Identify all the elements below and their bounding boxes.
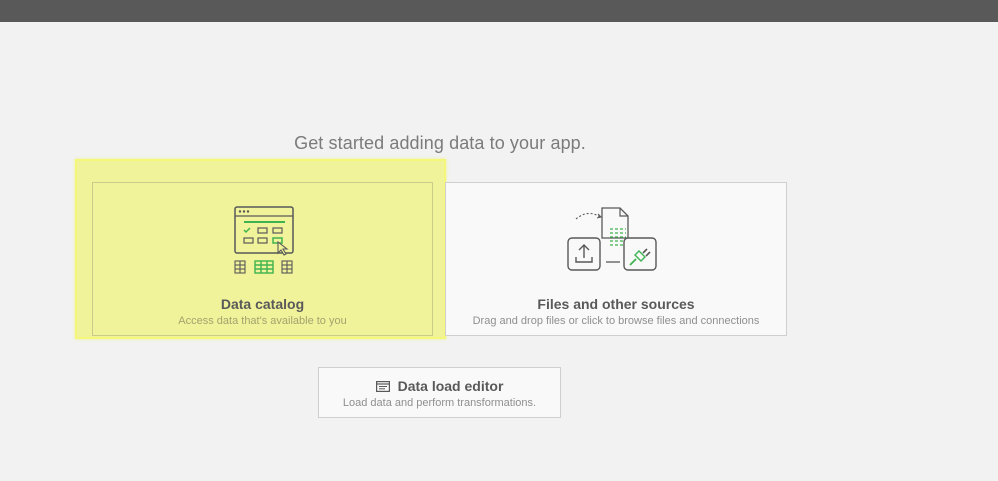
data-catalog-title: Data catalog	[220, 296, 305, 312]
data-catalog-description: Access data that's available to you	[178, 315, 347, 327]
data-catalog-icon	[233, 206, 294, 274]
files-sources-title: Files and other sources	[537, 296, 695, 312]
files-sources-icon	[567, 207, 657, 271]
page-heading: Get started adding data to your app.	[294, 133, 586, 153]
script-editor-icon	[375, 380, 390, 392]
data-load-editor-description: Load data and perform transformations.	[342, 397, 537, 409]
data-catalog-card[interactable]: Data catalog Access data that's availabl…	[92, 182, 433, 336]
data-load-editor-button[interactable]: Data load editor Load data and perform t…	[318, 367, 561, 418]
top-bar	[0, 0, 998, 22]
data-load-editor-header: Data load editor	[319, 378, 560, 394]
files-sources-description: Drag and drop files or click to browse f…	[472, 315, 760, 327]
data-load-editor-title: Data load editor	[397, 378, 504, 394]
files-sources-card[interactable]: Files and other sources Drag and drop fi…	[445, 182, 787, 336]
